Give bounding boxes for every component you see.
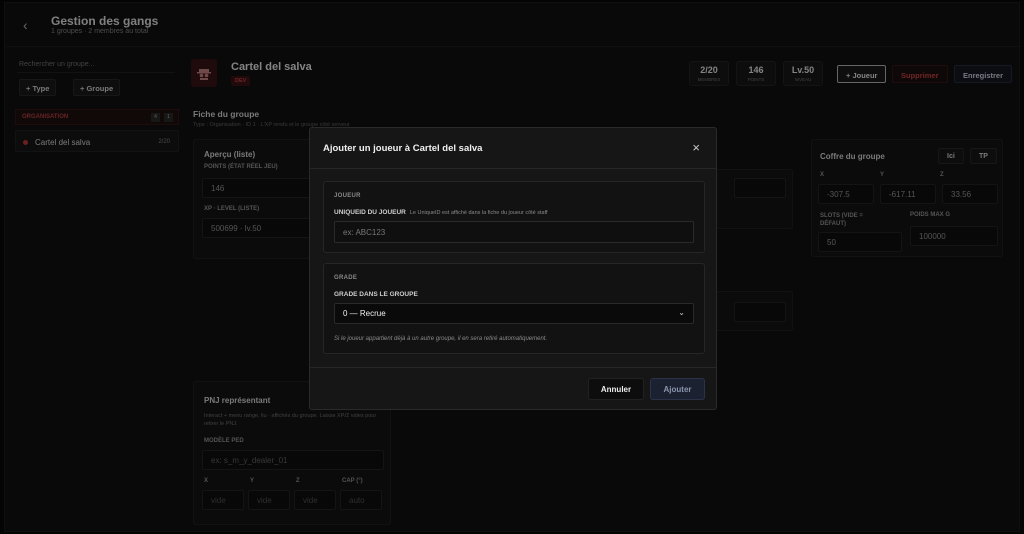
divider — [310, 367, 716, 368]
uid-label-text: UNIQUEID DU JOUEUR — [334, 209, 406, 216]
chevron-down-icon: ⌄ — [678, 308, 685, 317]
close-icon[interactable]: × — [692, 140, 700, 155]
divider — [310, 168, 716, 169]
add-player-modal: Ajouter un joueur à Cartel del salva × J… — [309, 127, 717, 410]
grade-select[interactable]: 0 — Recrue ⌄ — [334, 303, 694, 324]
uid-hint: Le UniqueID est affiché dans la fiche du… — [409, 210, 548, 216]
grade-note: Si le joueur appartient déjà à un autre … — [334, 336, 548, 342]
section-caption: GRADE — [334, 275, 358, 281]
submit-add-button[interactable]: Ajouter — [650, 378, 705, 400]
cancel-button[interactable]: Annuler — [588, 378, 644, 400]
player-section: JOUEUR UNIQUEID DU JOUEUR Le UniqueID est… — [323, 181, 705, 253]
grade-section: GRADE GRADE DANS LE GROUPE 0 — Recrue ⌄ … — [323, 263, 705, 354]
section-caption: JOUEUR — [334, 193, 361, 199]
uniqueid-input[interactable]: ex: ABC123 — [334, 221, 694, 243]
uid-label: UNIQUEID DU JOUEUR Le UniqueID est affich… — [334, 209, 548, 216]
grade-label: GRADE DANS LE GROUPE — [334, 291, 418, 298]
modal-title: Ajouter un joueur à Cartel del salva — [323, 143, 483, 154]
grade-selected-value: 0 — Recrue — [343, 309, 386, 318]
